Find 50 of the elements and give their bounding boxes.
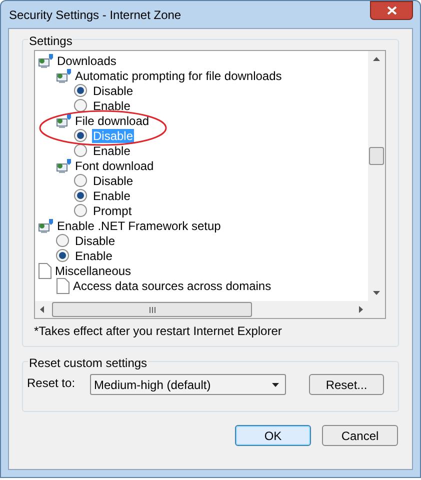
settings-page-icon: [56, 158, 72, 174]
radio-button[interactable]: [74, 189, 87, 202]
horizontal-scrollbar[interactable]: [35, 301, 385, 318]
scroll-thumb[interactable]: [369, 147, 384, 165]
document-icon: [38, 262, 52, 278]
scroll-left-icon: [40, 306, 44, 313]
option-label[interactable]: Disable: [92, 84, 134, 98]
document-icon: [56, 278, 70, 294]
option-label[interactable]: Enable: [92, 98, 132, 112]
field-label: Reset to:: [27, 375, 76, 392]
scroll-right-icon: [359, 306, 363, 313]
radio-button[interactable]: [74, 99, 87, 112]
vertical-scrollbar[interactable]: [368, 51, 385, 301]
setting-label: Font download: [75, 158, 154, 174]
dialog-button[interactable]: OK: [235, 425, 311, 446]
caret-icon: [272, 382, 279, 386]
setting-label: Access data sources across domains: [73, 278, 272, 294]
close-icon: [386, 6, 396, 15]
radio-button[interactable]: [74, 204, 87, 217]
setting-label: Downloads: [57, 52, 116, 70]
scroll-up-icon: [373, 57, 380, 61]
radio-button[interactable]: [74, 144, 87, 157]
setting-label: File download: [75, 112, 150, 130]
option-label[interactable]: Enable: [74, 248, 114, 262]
radio-button[interactable]: [74, 129, 87, 142]
radio-button[interactable]: [56, 249, 69, 262]
restart-note: *Takes effect after you restart Internet Explorer: [34, 323, 283, 340]
settings-page-icon: [38, 52, 54, 68]
reset-button[interactable]: Reset...: [309, 374, 384, 395]
option-label[interactable]: Enable: [92, 144, 132, 158]
scroll-thumb[interactable]: [52, 302, 252, 317]
grip-icon: [148, 306, 156, 312]
settings-page-icon: [56, 68, 72, 84]
scroll-down-icon: [373, 291, 380, 295]
setting-label: Miscellaneous: [55, 262, 132, 280]
radio-button[interactable]: [74, 84, 87, 97]
settings-page-icon: [56, 112, 72, 128]
reset-level-dropdown[interactable]: Medium-high (default): [90, 374, 286, 395]
radio-button[interactable]: [74, 174, 87, 187]
option-label[interactable]: Disable: [92, 174, 134, 188]
option-label[interactable]: Prompt: [92, 204, 133, 218]
option-label[interactable]: Disable: [74, 234, 116, 248]
close-button[interactable]: [370, 1, 413, 20]
setting-label: Enable .NET Framework setup: [57, 218, 221, 234]
settings-page-icon: [38, 218, 54, 234]
radio-button[interactable]: [56, 234, 69, 247]
window-title: Security Settings - Internet Zone: [8, 6, 182, 24]
option-label[interactable]: Enable: [92, 188, 132, 202]
dialog-button[interactable]: Cancel: [322, 425, 398, 446]
setting-label: Automatic prompting for file downloads: [75, 68, 282, 84]
